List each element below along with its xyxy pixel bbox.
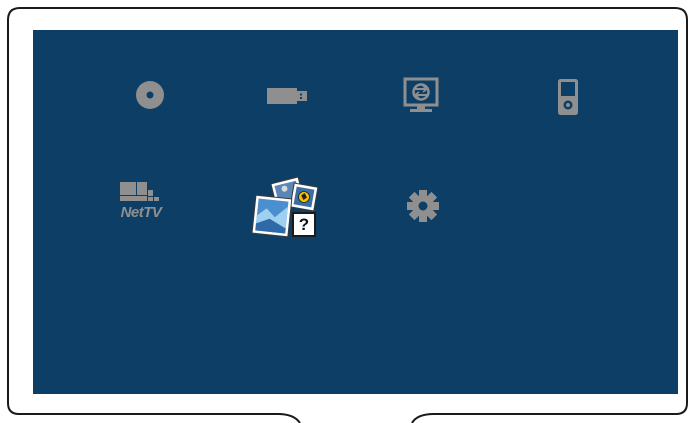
gear-icon [407,190,439,222]
home-menu-screen: NetTV ? [33,30,678,394]
network-menu-item[interactable] [401,74,441,118]
disc-menu-item[interactable] [133,75,167,115]
net-tv-label: NetTV [120,204,162,221]
settings-menu-item[interactable] [403,186,443,226]
network-monitor-icon [403,77,439,112]
disc-icon [136,81,164,109]
net-tv-menu-item[interactable]: NetTV [117,178,165,230]
help-question-mark: ? [298,215,310,234]
photo-help-menu-item[interactable]: ? [242,175,338,239]
media-player-icon [558,79,578,115]
usb-menu-item[interactable] [266,78,310,114]
usb-icon [267,88,307,104]
media-player-menu-item[interactable] [553,74,583,120]
photo-help-icon [251,176,319,238]
